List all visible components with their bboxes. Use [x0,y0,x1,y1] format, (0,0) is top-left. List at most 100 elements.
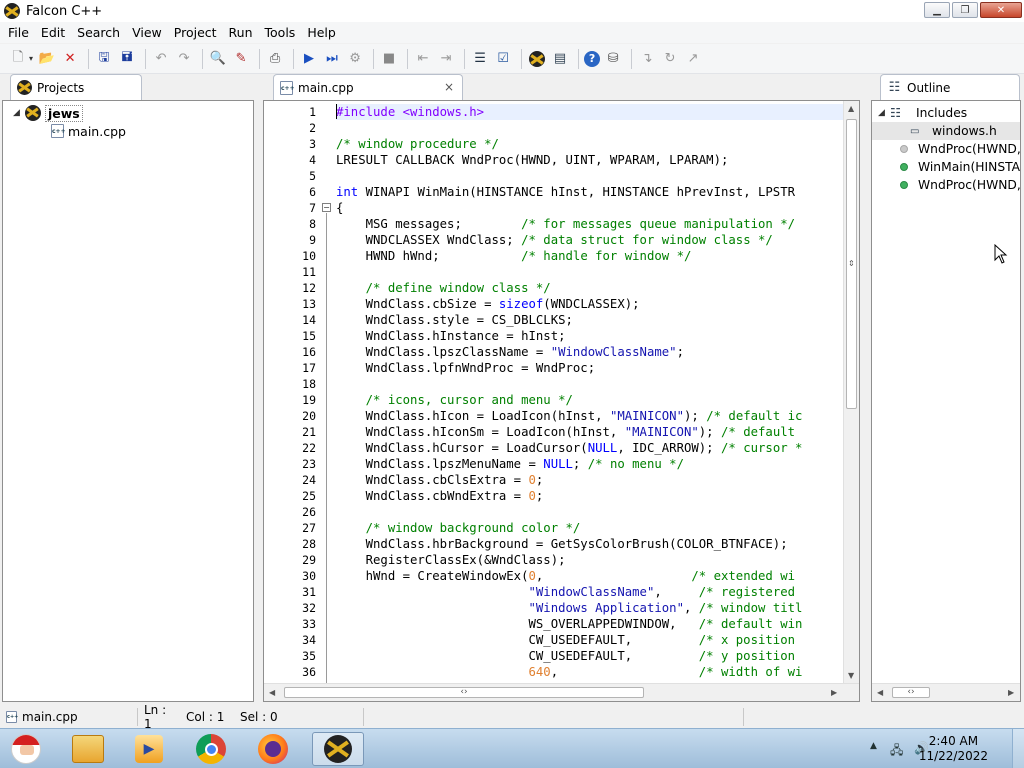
redo-icon[interactable]: ↷ [174,49,194,69]
code-line[interactable]: HWND hWnd; /* handle for window */ [336,248,844,264]
system-clock[interactable]: 2:40 AM 11/22/2022 [919,734,988,764]
media-player-icon[interactable]: ▶ [127,732,171,766]
menu-file[interactable]: File [4,25,33,40]
menu-project[interactable]: Project [170,25,221,40]
code-line[interactable]: hWnd = CreateWindowEx(0, /* extended wi [336,568,844,584]
menu-search[interactable]: Search [73,25,124,40]
undo-icon[interactable]: ↶ [151,49,171,69]
step-into-icon[interactable]: ↴ [637,49,657,69]
code-line[interactable]: LRESULT CALLBACK WndProc(HWND, UINT, WPA… [336,152,844,168]
outline-item-function[interactable]: WndProc(HWND, [900,176,1020,194]
horizontal-scrollbar[interactable]: ◀ ‹› ▶ [264,683,859,701]
code-line[interactable]: "WindowClassName", /* registered [336,584,844,600]
save-icon[interactable]: 🖫 [94,49,114,69]
collapse-arrow-icon[interactable]: ◢ [878,108,890,118]
code-line[interactable]: /* icons, cursor and menu */ [336,392,844,408]
tab-projects[interactable]: Projects [10,74,142,100]
code-line[interactable]: WndClass.lpfnWndProc = WndProc; [336,360,844,376]
step-forward-icon[interactable]: ⇥ [436,49,456,69]
find-icon[interactable]: 🔍 [208,49,228,69]
santa-icon[interactable] [4,732,48,766]
code-line[interactable]: WndClass.lpszMenuName = NULL; /* no menu… [336,456,844,472]
replace-icon[interactable]: ✎ [231,49,251,69]
code-line[interactable]: WndClass.hInstance = hInst; [336,328,844,344]
menu-help[interactable]: Help [303,25,340,40]
outline-item-prototype[interactable]: WndProc(HWND, [900,140,1020,158]
restore-button[interactable]: ❐ [952,2,978,18]
tree-item-file[interactable]: c++ main.cpp [51,122,126,140]
step-over-icon[interactable]: ↻ [660,49,680,69]
code-line[interactable]: WndClass.cbSize = sizeof(WNDCLASSEX); [336,296,844,312]
scroll-right-icon[interactable]: ▶ [831,688,837,697]
code-line[interactable]: ​ [336,264,844,280]
step-back-icon[interactable]: ⇤ [413,49,433,69]
scroll-right-icon[interactable]: ▶ [1008,688,1014,697]
code-line[interactable]: WS_OVERLAPPEDWINDOW, /* default win [336,616,844,632]
vertical-scrollbar[interactable]: ▲ ⇕ ▼ [843,101,859,685]
help-icon[interactable]: ? [584,50,601,67]
package-icon[interactable]: ⛁ [603,49,623,69]
todo-icon[interactable]: ☑ [493,49,513,69]
print-icon[interactable]: ⎙ [265,49,285,69]
close-tab-icon[interactable]: × [444,80,454,94]
close-window-button[interactable]: ✕ [980,2,1022,18]
close-file-icon[interactable]: ✕ [60,49,80,69]
code-line[interactable]: WndClass.cbClsExtra = 0; [336,472,844,488]
code-line[interactable]: /* window procedure */ [336,136,844,152]
code-line[interactable]: /* window background color */ [336,520,844,536]
firefox-icon[interactable] [251,732,295,766]
save-all-icon[interactable]: 🖬 [117,49,137,69]
collapse-arrow-icon[interactable]: ◢ [13,108,25,118]
menu-run[interactable]: Run [225,25,257,40]
code-editor[interactable]: 1 2 3 4 5 6 7 8 9 10 11 12 13 14 15 16 17 18 19 20 21 22 23 24 2… [263,100,860,702]
code-line[interactable]: WndClass.style = CS_DBLCLKS; [336,312,844,328]
compile-run-icon[interactable]: ⏭ [322,49,342,69]
menu-view[interactable]: View [128,25,166,40]
step-out-icon[interactable]: ↗ [683,49,703,69]
code-line[interactable]: "Windows Application", /* window titl [336,600,844,616]
code-area[interactable]: #include <windows.h>​/* window procedure… [336,101,844,685]
stop-icon[interactable]: ■ [379,49,399,69]
horizontal-scroll-thumb[interactable]: ‹› [284,687,644,698]
show-hidden-icons-icon[interactable]: ▲ [870,741,877,751]
code-line[interactable]: ​ [336,376,844,392]
code-line[interactable]: WndClass.hIconSm = LoadIcon(hInst, "MAIN… [336,424,844,440]
menu-edit[interactable]: Edit [37,25,69,40]
outline-item-include[interactable]: ▭ windows.h [872,122,1020,140]
new-file-icon[interactable]: 🗋 [8,49,28,69]
code-line[interactable]: { [336,200,844,216]
outline-item-function[interactable]: WinMain(HINSTAI [900,158,1020,176]
code-line[interactable]: int WINAPI WinMain(HINSTANCE hInst, HINS… [336,184,844,200]
code-line[interactable]: WndClass.hIcon = LoadIcon(hInst, "MAINIC… [336,408,844,424]
code-line[interactable]: ​ [336,120,844,136]
scroll-down-icon[interactable]: ▼ [848,671,854,680]
code-line[interactable]: CW_USEDEFAULT, /* y position [336,648,844,664]
open-folder-icon[interactable]: 📂 [37,49,57,69]
new-file-dropdown-icon[interactable]: ▾ [29,54,33,63]
scroll-left-icon[interactable]: ◀ [877,688,883,697]
code-line[interactable]: WndClass.hCursor = LoadCursor(NULL, IDC_… [336,440,844,456]
outline-scroll-thumb[interactable]: ‹› [892,687,930,698]
chrome-icon[interactable] [189,732,233,766]
build-icon[interactable]: ⚙ [345,49,365,69]
code-line[interactable]: CW_USEDEFAULT, /* x position [336,632,844,648]
scroll-up-icon[interactable]: ▲ [848,104,854,113]
code-line[interactable]: MSG messages; /* for messages queue mani… [336,216,844,232]
code-line[interactable]: ​ [336,168,844,184]
minimize-button[interactable]: ▁ [924,2,950,18]
code-line[interactable]: WNDCLASSEX WndClass; /* data struct for … [336,232,844,248]
code-line[interactable]: ​ [336,504,844,520]
properties-icon[interactable]: ▤ [550,49,570,69]
show-desktop-button[interactable] [1012,729,1024,768]
network-icon[interactable]: 🖧 [890,741,903,762]
run-icon[interactable]: ▶ [299,49,319,69]
code-line[interactable]: #include <windows.h> [336,104,844,120]
outline-item-includes[interactable]: ◢ ☷ Includes [878,104,967,122]
code-line[interactable]: /* define window class */ [336,280,844,296]
scroll-left-icon[interactable]: ◀ [269,688,275,697]
menu-tools[interactable]: Tools [261,25,300,40]
tree-item-project[interactable]: ◢ jews [13,104,83,122]
code-line[interactable]: WndClass.lpszClassName = "WindowClassNam… [336,344,844,360]
tab-outline[interactable]: ☷ Outline [880,74,1020,100]
list-icon[interactable]: ☰ [470,49,490,69]
